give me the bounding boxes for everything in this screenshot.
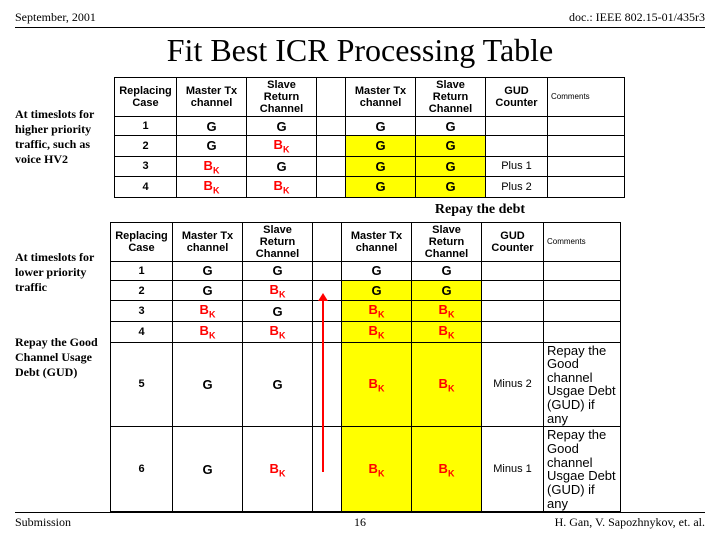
- col-replacing-case: Replacing Case: [115, 78, 177, 117]
- header: September, 2001 doc.: IEEE 802.15-01/435…: [15, 10, 705, 28]
- table-row: 4 BKBK GG Plus 2: [115, 177, 625, 198]
- note-higher-priority: At timeslots for higher priority traffic…: [15, 77, 114, 167]
- table-row: 4 BKBK BKBK: [111, 321, 621, 342]
- table-row: 1 GG GG: [115, 117, 625, 136]
- footer: Submission 16 H. Gan, V. Sapozhnykov, et…: [15, 512, 705, 530]
- table-row: 5 GG BKBK Minus 2Repay the Good channel …: [111, 342, 621, 427]
- col-master-tx-2: Master Tx channel: [346, 78, 416, 117]
- footer-left: Submission: [15, 515, 71, 530]
- col-slave-return-1: Slave Return Channel: [247, 78, 317, 117]
- col-master-tx-1: Master Tx channel: [177, 78, 247, 117]
- table-row: 6 GBK BKBK Minus 1Repay the Good channel…: [111, 427, 621, 512]
- header-doc: doc.: IEEE 802.15-01/435r3: [569, 10, 705, 25]
- up-arrow-icon: [322, 300, 324, 472]
- repay-label: Repay the debt: [255, 202, 705, 218]
- page-title: Fit Best ICR Processing Table: [15, 32, 705, 69]
- col-gud-counter: GUD Counter: [486, 78, 548, 117]
- note-lower-priority: At timeslots for lower priority traffic: [15, 222, 110, 295]
- table-row: 2 GBK GG: [115, 136, 625, 157]
- footer-right: H. Gan, V. Sapozhnykov, et. al.: [555, 515, 705, 530]
- footer-page: 16: [354, 515, 366, 530]
- table-row: 1 GG GG: [111, 261, 621, 280]
- col-slave-return-2: Slave Return Channel: [416, 78, 486, 117]
- col-comments: Comments: [548, 78, 625, 117]
- table-row: 2 GBK GG: [111, 280, 621, 301]
- table-row: 3 BKG GG Plus 1: [115, 156, 625, 177]
- table-lower-priority: Replacing Case Master Tx channel Slave R…: [110, 222, 621, 512]
- col-gap: [317, 78, 346, 117]
- table-higher-priority: Replacing Case Master Tx channel Slave R…: [114, 77, 625, 198]
- note-repay-gud: Repay the Good Channel Usage Debt (GUD): [15, 295, 110, 380]
- table-row: 3 BKG BKBK: [111, 301, 621, 322]
- header-date: September, 2001: [15, 10, 96, 25]
